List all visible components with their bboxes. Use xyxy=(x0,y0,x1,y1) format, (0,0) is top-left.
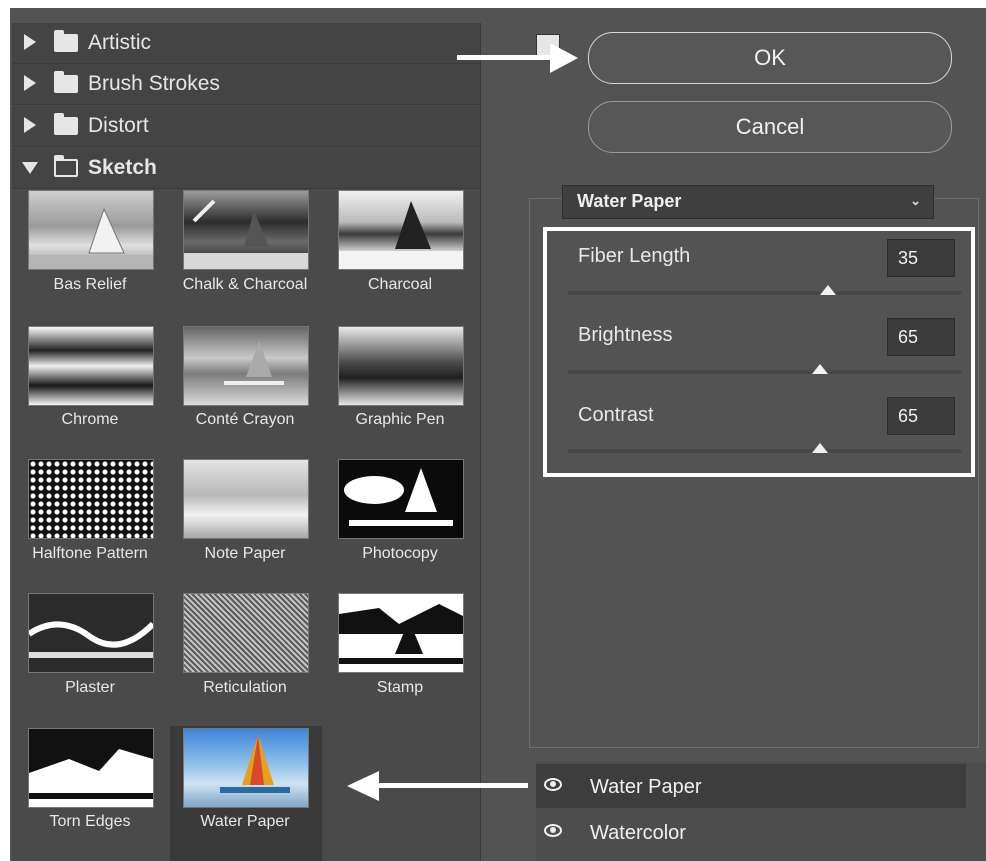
arrow-right-icon xyxy=(550,43,578,73)
thumbnail-label: Torn Edges xyxy=(49,813,131,830)
thumbnail-label: Note Paper xyxy=(204,545,286,562)
folder-icon xyxy=(54,30,78,52)
thumbnail-photocopy[interactable] xyxy=(338,459,464,539)
thumbnail-label: Charcoal xyxy=(367,276,433,293)
thumbnail-plaster[interactable] xyxy=(28,593,154,673)
param-value-contrast[interactable]: 65 xyxy=(887,397,955,435)
thumbnail-conte-crayon[interactable] xyxy=(183,326,309,406)
triangle-right-icon xyxy=(24,75,36,91)
annotation-arrow-layer xyxy=(378,783,528,788)
triangle-right-icon xyxy=(24,117,36,133)
filter-select[interactable]: Water Paper ⌄ xyxy=(562,185,934,219)
thumbnail-note-paper[interactable] xyxy=(183,459,309,539)
thumbnail-label: Photocopy xyxy=(362,545,438,562)
category-brush-strokes[interactable]: Brush Strokes xyxy=(12,64,480,105)
thumbnail-label: Water Paper xyxy=(200,813,290,830)
cancel-button[interactable]: Cancel xyxy=(588,101,952,153)
thumbnail-halftone-pattern[interactable] xyxy=(28,459,154,539)
param-label-fiber-length: Fiber Length xyxy=(578,245,691,267)
fiber-length-slider-track[interactable] xyxy=(568,291,962,295)
thumbnail-bas-relief[interactable] xyxy=(28,190,154,270)
param-label-contrast: Contrast xyxy=(578,404,654,426)
effect-layer-watercolor[interactable]: Watercolor xyxy=(536,810,966,854)
fiber-length-slider-knob[interactable] xyxy=(820,285,837,295)
thumbnail-graphic-pen[interactable] xyxy=(338,326,464,406)
thumbnail-water-paper[interactable] xyxy=(183,728,309,808)
category-artistic[interactable]: Artistic xyxy=(12,23,480,64)
chevron-down-icon: ⌄ xyxy=(910,193,921,208)
brightness-slider-track[interactable] xyxy=(568,370,962,374)
thumbnail-label: Plaster xyxy=(65,679,115,696)
thumbnail-stamp[interactable] xyxy=(338,593,464,673)
filter-select-value: Water Paper xyxy=(577,191,682,211)
thumbnail-label: Chrome xyxy=(61,411,119,428)
thumbnail-chalk-charcoal[interactable] xyxy=(183,190,309,270)
open-folder-icon xyxy=(54,155,78,177)
folder-icon xyxy=(54,71,78,93)
thumbnail-label: Chalk & Charcoal xyxy=(182,276,308,293)
thumbnail-label: Reticulation xyxy=(203,679,287,696)
folder-icon xyxy=(54,113,78,135)
filter-gallery-screenshot: Artistic Brush Strokes Distort Sketch Ba… xyxy=(0,0,986,861)
param-value-fiber-length[interactable]: 35 xyxy=(887,239,955,277)
brightness-slider-knob[interactable] xyxy=(812,364,829,374)
thumbnail-torn-edges[interactable] xyxy=(28,728,154,808)
category-sketch[interactable]: Sketch xyxy=(12,148,480,189)
thumbnail-label: Halftone Pattern xyxy=(32,545,148,562)
eye-icon[interactable] xyxy=(544,824,562,837)
thumbnail-chrome[interactable] xyxy=(28,326,154,406)
eye-icon[interactable] xyxy=(544,778,562,791)
thumbnail-label: Conté Crayon xyxy=(195,411,295,428)
arrow-left-icon xyxy=(347,771,379,801)
thumbnail-reticulation[interactable] xyxy=(183,593,309,673)
param-value-brightness[interactable]: 65 xyxy=(887,318,955,356)
contrast-slider-track[interactable] xyxy=(568,449,962,453)
effect-layer-water-paper[interactable]: Water Paper xyxy=(536,764,966,808)
annotation-arrow-ok xyxy=(457,55,557,60)
contrast-slider-knob[interactable] xyxy=(812,443,829,453)
thumbnail-label: Bas Relief xyxy=(53,276,127,293)
param-label-brightness: Brightness xyxy=(578,324,673,346)
thumbnail-label: Stamp xyxy=(376,679,424,696)
ok-button[interactable]: OK xyxy=(588,32,952,84)
triangle-down-icon xyxy=(22,162,38,174)
thumbnail-charcoal[interactable] xyxy=(338,190,464,270)
category-distort[interactable]: Distort xyxy=(12,106,480,147)
thumbnail-label: Graphic Pen xyxy=(355,411,445,428)
triangle-right-icon xyxy=(24,34,36,50)
